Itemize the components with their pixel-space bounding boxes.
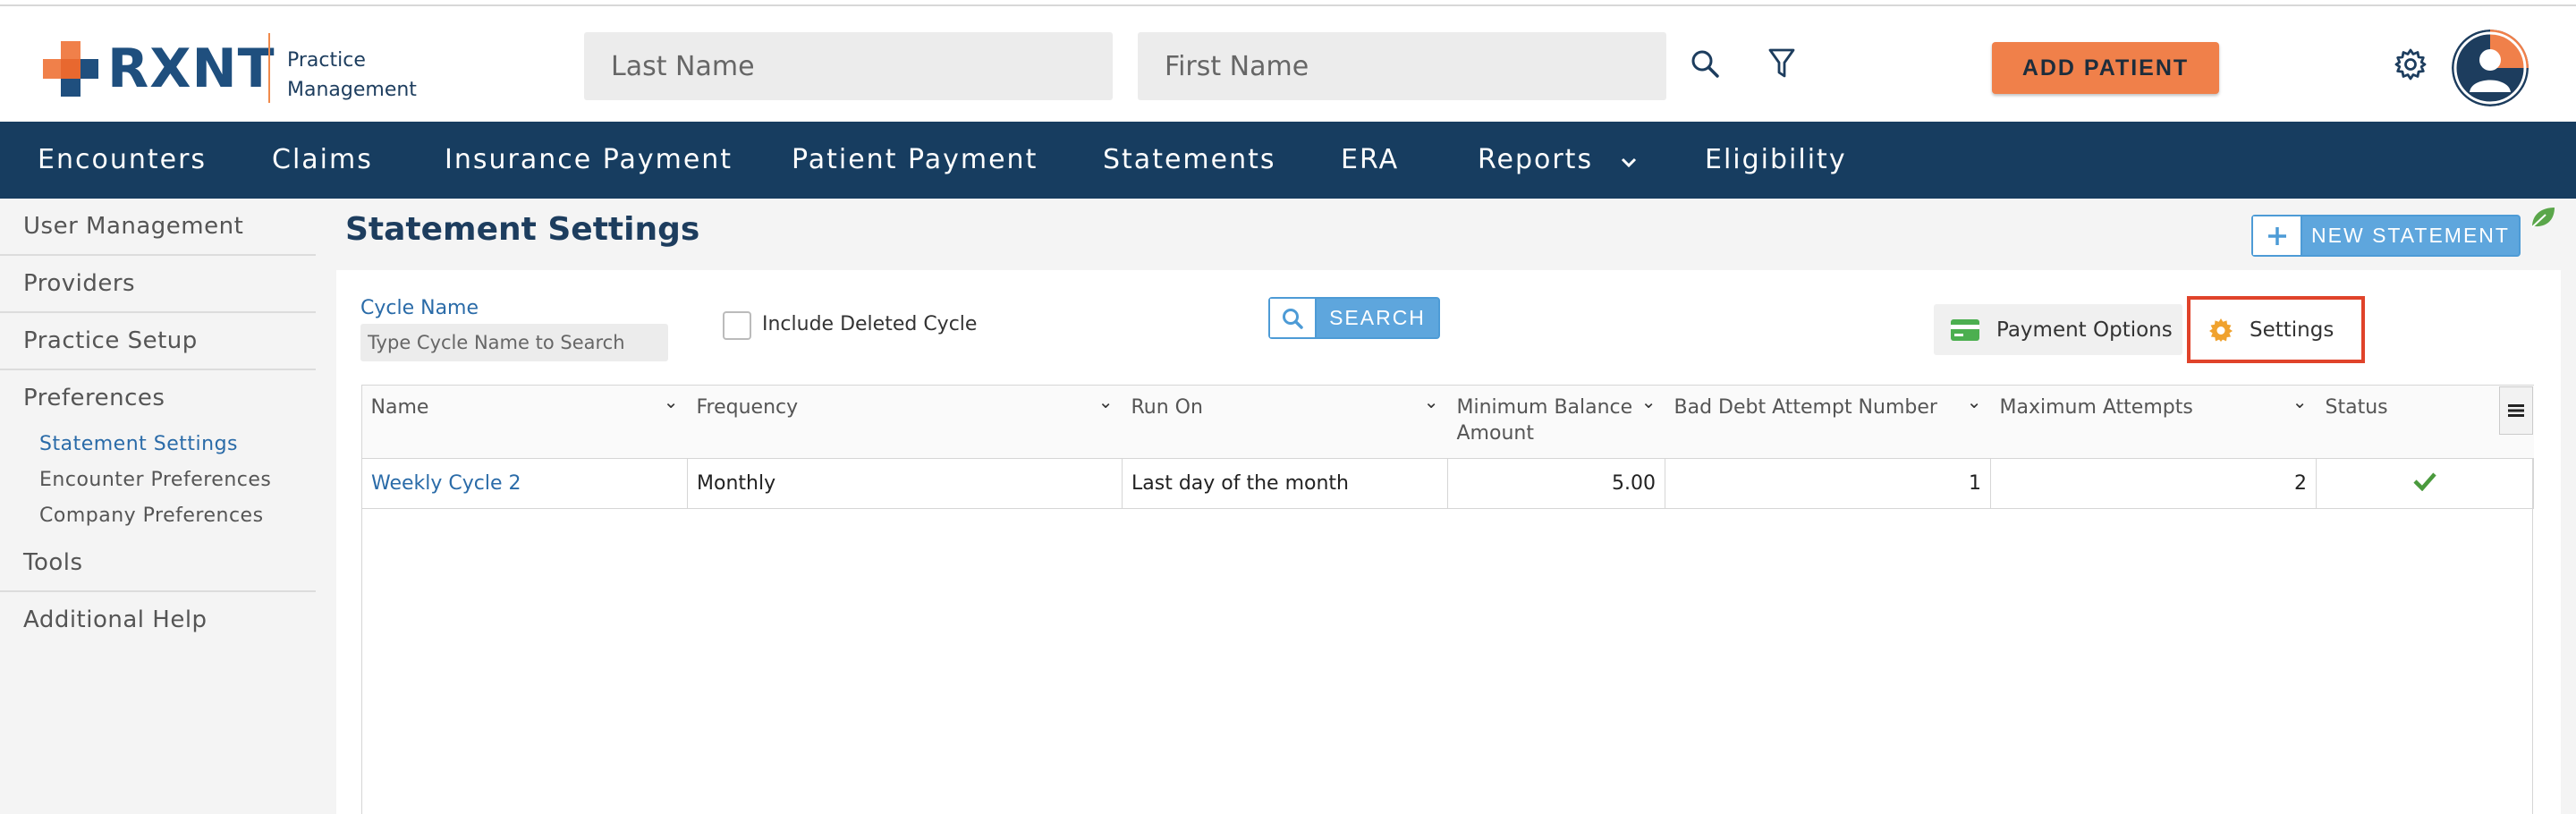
column-menu-icon[interactable]: [2499, 386, 2533, 435]
sidebar-item-user-management[interactable]: User Management: [23, 213, 243, 240]
leaf-icon: [2529, 205, 2556, 233]
column-header-name[interactable]: Name ⌄: [361, 385, 688, 459]
logo-divider: [268, 33, 270, 103]
first-name-input[interactable]: [1165, 50, 1666, 82]
table-row[interactable]: Weekly Cycle 2 Monthly Last day of the m…: [361, 458, 2534, 509]
cell-run-on: Last day of the month: [1122, 458, 1448, 509]
sidebar-item-preferences[interactable]: Preferences: [23, 385, 165, 411]
payment-options-button[interactable]: Payment Options: [1934, 304, 2182, 355]
column-header-maximum-attempts[interactable]: Maximum Attempts ⌄: [1990, 385, 2317, 459]
search-icon[interactable]: [1687, 46, 1723, 81]
sidebar-divider: [0, 254, 316, 256]
nav-patient-payment[interactable]: Patient Payment: [792, 122, 1038, 199]
column-header-frequency[interactable]: Frequency ⌄: [687, 385, 1123, 459]
logo-text: RXNT: [107, 38, 275, 100]
column-header-bad-debt-attempt[interactable]: Bad Debt Attempt Number ⌄: [1665, 385, 1991, 459]
last-name-field[interactable]: [584, 32, 1113, 100]
chevron-down-icon[interactable]: ⌄: [2292, 389, 2308, 415]
chevron-down-icon: [1620, 123, 1638, 199]
new-statement-button[interactable]: NEW STATEMENT: [2251, 215, 2521, 257]
cell-bad-debt-attempt: 1: [1665, 458, 1991, 509]
rxnt-logo[interactable]: RXNT: [41, 37, 275, 101]
sidebar-subitem-statement-settings[interactable]: Statement Settings: [39, 433, 238, 455]
nav-reports[interactable]: Reports: [1478, 122, 1638, 199]
check-icon: [2412, 471, 2437, 491]
add-patient-button[interactable]: ADD PATIENT: [1992, 42, 2219, 94]
column-header-label: Run On: [1131, 396, 1203, 419]
cell-frequency: Monthly: [687, 458, 1123, 509]
sidebar-subitem-encounter-preferences[interactable]: Encounter Preferences: [39, 469, 271, 491]
credit-card-icon: [1950, 318, 1980, 342]
cell-maximum-attempts: 2: [1990, 458, 2317, 509]
search-button[interactable]: SEARCH: [1268, 297, 1440, 339]
main-nav: Encounters Claims Insurance Payment Pati…: [0, 122, 2576, 199]
last-name-input[interactable]: [611, 50, 1113, 82]
search-icon: [1270, 299, 1317, 337]
logo-subtitle-line2: Management: [287, 79, 417, 101]
payment-options-label: Payment Options: [1996, 318, 2173, 342]
nav-eligibility[interactable]: Eligibility: [1705, 122, 1847, 199]
cell-status: [2316, 458, 2534, 509]
include-deleted-label: Include Deleted Cycle: [762, 313, 978, 335]
column-header-run-on[interactable]: Run On ⌄: [1122, 385, 1448, 459]
gear-icon[interactable]: [2392, 46, 2429, 83]
cycle-name-label: Cycle Name: [360, 297, 479, 319]
nav-statements[interactable]: Statements: [1103, 122, 1276, 199]
nav-encounters[interactable]: Encounters: [38, 122, 207, 199]
top-edge: [0, 0, 2576, 6]
sidebar-subitem-company-preferences[interactable]: Company Preferences: [39, 505, 264, 527]
chevron-down-icon[interactable]: ⌄: [1967, 389, 1982, 415]
avatar[interactable]: [2452, 30, 2529, 106]
first-name-field[interactable]: [1138, 32, 1666, 100]
chevron-down-icon[interactable]: ⌄: [1098, 389, 1114, 415]
column-header-label: Frequency: [696, 396, 799, 419]
column-header-label: Minimum Balance Amount: [1456, 396, 1633, 445]
table-header-row: Name ⌄ Frequency ⌄ Run On ⌄ Minimum Balance…: [361, 385, 2534, 459]
settings-highlight-box: [2187, 296, 2365, 363]
search-button-label: SEARCH: [1329, 306, 1426, 329]
sidebar-item-additional-help[interactable]: Additional Help: [23, 606, 208, 633]
chevron-down-icon[interactable]: ⌄: [664, 389, 679, 415]
logo-subtitle: Practice Management: [287, 46, 417, 105]
sidebar-divider: [0, 311, 316, 313]
nav-claims[interactable]: Claims: [272, 122, 373, 199]
page-title: Statement Settings: [345, 211, 700, 248]
sidebar-divider: [0, 369, 316, 370]
chevron-down-icon[interactable]: ⌄: [1424, 389, 1439, 415]
sidebar-item-practice-setup[interactable]: Practice Setup: [23, 327, 198, 354]
chevron-down-icon[interactable]: ⌄: [1641, 389, 1657, 415]
column-header-label: Bad Debt Attempt Number: [1674, 396, 1937, 419]
sidebar: User Management Providers Practice Setup…: [0, 199, 316, 814]
cell-minimum-balance: 5.00: [1447, 458, 1665, 509]
nav-reports-label: Reports: [1478, 144, 1594, 175]
include-deleted-checkbox[interactable]: [723, 311, 751, 340]
nav-era[interactable]: ERA: [1341, 122, 1399, 199]
column-header-label: Maximum Attempts: [1999, 396, 2193, 419]
cell-name[interactable]: Weekly Cycle 2: [361, 458, 688, 509]
sidebar-item-tools[interactable]: Tools: [23, 549, 83, 576]
app-header: RXNT Practice Management ADD PATIENT: [0, 6, 2576, 122]
sidebar-divider: [0, 590, 316, 592]
plus-icon: [2253, 216, 2302, 255]
cross-logo-icon: [41, 39, 100, 98]
filter-icon[interactable]: [1764, 46, 1800, 81]
nav-insurance-payment[interactable]: Insurance Payment: [445, 122, 733, 199]
column-header-minimum-balance[interactable]: Minimum Balance Amount ⌄: [1447, 385, 1665, 459]
column-header-label: Status: [2325, 396, 2388, 419]
sidebar-item-providers[interactable]: Providers: [23, 270, 135, 297]
cycle-name-input[interactable]: [360, 324, 668, 361]
statement-cycles-table: Name ⌄ Frequency ⌄ Run On ⌄ Minimum Balance…: [361, 385, 2534, 509]
logo-subtitle-line1: Practice: [287, 49, 366, 72]
new-statement-label: NEW STATEMENT: [2311, 224, 2510, 247]
column-header-label: Name: [370, 396, 429, 419]
